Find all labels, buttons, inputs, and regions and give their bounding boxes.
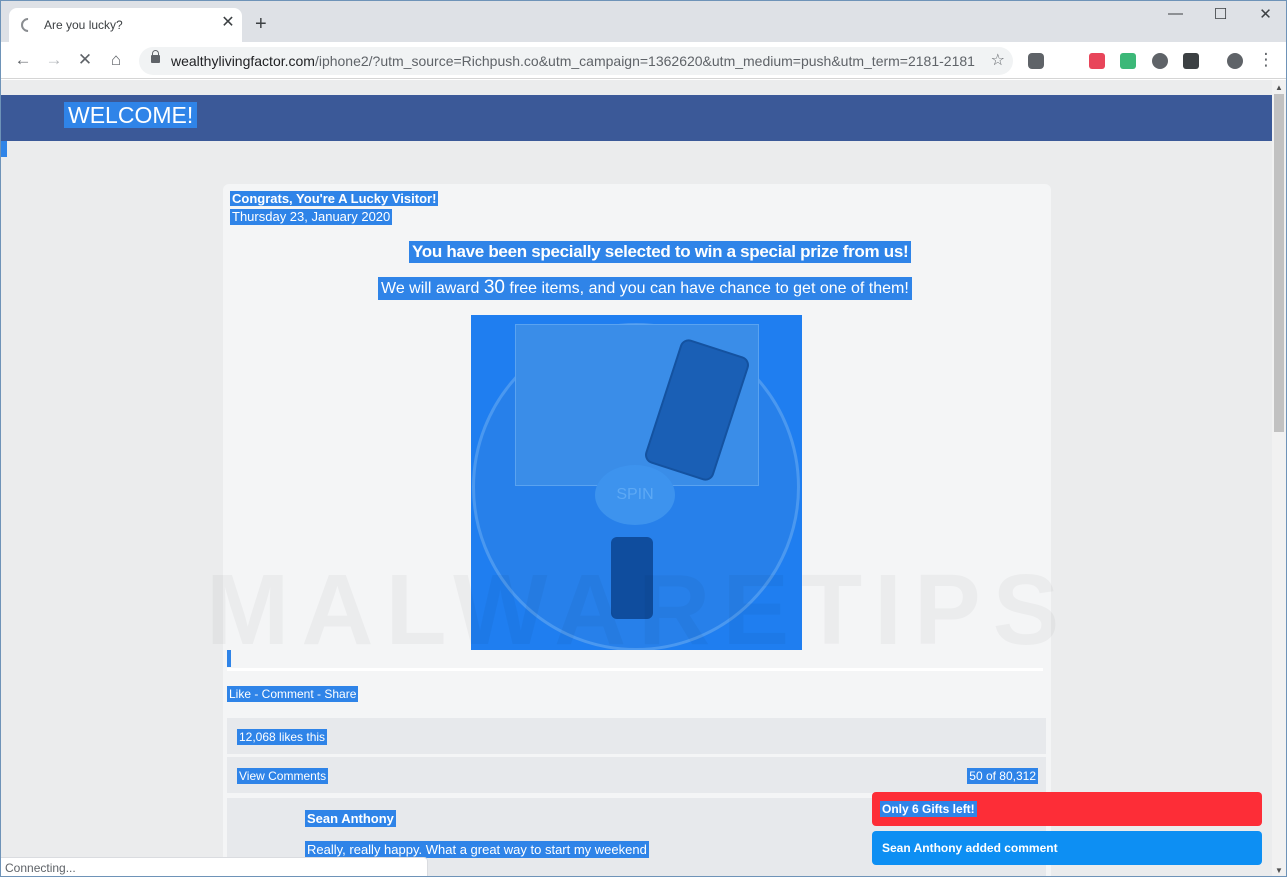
music-extension-icon[interactable]	[1028, 53, 1044, 69]
vertical-scrollbar[interactable]: ▲ ▼	[1272, 80, 1286, 876]
tab-close-icon[interactable]: ✕	[219, 14, 237, 32]
new-tab-button[interactable]: +	[255, 14, 267, 34]
gifts-left-text: Only 6 Gifts left!	[880, 801, 977, 817]
stop-loading-icon[interactable]: ✕	[73, 48, 97, 72]
back-arrow-icon[interactable]: ←	[11, 48, 35, 72]
forward-arrow-icon[interactable]: →	[42, 48, 66, 72]
comment-notice: Sean Anthony added comment	[872, 831, 1262, 865]
iphone-image	[642, 337, 752, 483]
likes-row: 12,068 likes this	[227, 718, 1046, 754]
comments-row: View Comments 50 of 80,312	[227, 757, 1046, 793]
welcome-heading: WELCOME!	[64, 102, 198, 128]
menu-kebab-icon[interactable]: ⋮	[1254, 48, 1278, 72]
prize-card: Congrats, You're A Lucky Visitor! Thursd…	[223, 184, 1051, 876]
extension-circle-icon[interactable]	[1152, 53, 1168, 69]
extension-dark-icon[interactable]	[1183, 53, 1199, 69]
status-bar: Connecting...	[1, 857, 428, 876]
address-bar[interactable]: wealthylivingfactor.com/iphone2/?utm_sou…	[139, 47, 1013, 75]
watermark-text: MALWARETIPS	[206, 553, 1071, 668]
scroll-up-icon[interactable]: ▲	[1275, 83, 1283, 92]
congrats-text: Congrats, You're A Lucky Visitor!	[230, 191, 439, 206]
comment-count: 50 of 80,312	[967, 768, 1038, 784]
date-text: Thursday 23, January 2020	[230, 209, 393, 225]
maximize-button[interactable]: ☐	[1198, 5, 1243, 27]
mail-extension-icon[interactable]	[1089, 53, 1105, 69]
gifts-left-notice: Only 6 Gifts left!	[872, 792, 1262, 826]
home-icon[interactable]: ⌂	[104, 48, 128, 72]
scroll-down-icon[interactable]: ▼	[1275, 866, 1283, 875]
selected-headline: You have been specially selected to win …	[409, 241, 912, 263]
profile-avatar-icon[interactable]	[1227, 53, 1243, 69]
minimize-button[interactable]: —	[1153, 5, 1198, 27]
browser-window: Are you lucky? ✕ + — ☐ ✕ ← → ✕ ⌂ wealthy…	[0, 0, 1287, 877]
lock-icon	[151, 50, 160, 63]
comment-text: Really, really happy. What a great way t…	[305, 841, 649, 858]
page-content: WELCOME! Congrats, You're A Lucky Visito…	[1, 80, 1272, 876]
loading-spinner-icon	[18, 15, 38, 35]
scrollbar-thumb[interactable]	[1274, 94, 1284, 432]
award-text: We will award 30 free items, and you can…	[378, 277, 912, 300]
tab-are-you-lucky[interactable]: Are you lucky? ✕	[9, 8, 242, 42]
pdf-extension-icon[interactable]	[1120, 53, 1136, 69]
browser-toolbar: ← → ✕ ⌂ wealthylivingfactor.com/iphone2/…	[1, 42, 1286, 79]
comment-author[interactable]: Sean Anthony	[305, 810, 396, 827]
view-comments-link[interactable]: View Comments	[237, 768, 329, 784]
likes-count: 12,068 likes this	[237, 729, 328, 745]
iphone-box-image	[515, 324, 759, 486]
bookmark-star-icon[interactable]: ☆	[991, 50, 1005, 70]
spin-button-label: SPIN	[595, 465, 675, 525]
comment-notice-text: Sean Anthony added comment	[882, 841, 1058, 855]
tab-strip: Are you lucky? ✕ + — ☐ ✕	[1, 1, 1286, 42]
selection-marker	[1, 141, 7, 157]
close-window-button[interactable]: ✕	[1243, 5, 1286, 27]
header-bar: WELCOME!	[1, 95, 1272, 141]
tab-title: Are you lucky?	[44, 18, 123, 32]
like-comment-share-link[interactable]: Like - Comment - Share	[227, 686, 359, 702]
url-text: wealthylivingfactor.com/iphone2/?utm_sou…	[171, 53, 976, 69]
divider	[227, 668, 1043, 671]
